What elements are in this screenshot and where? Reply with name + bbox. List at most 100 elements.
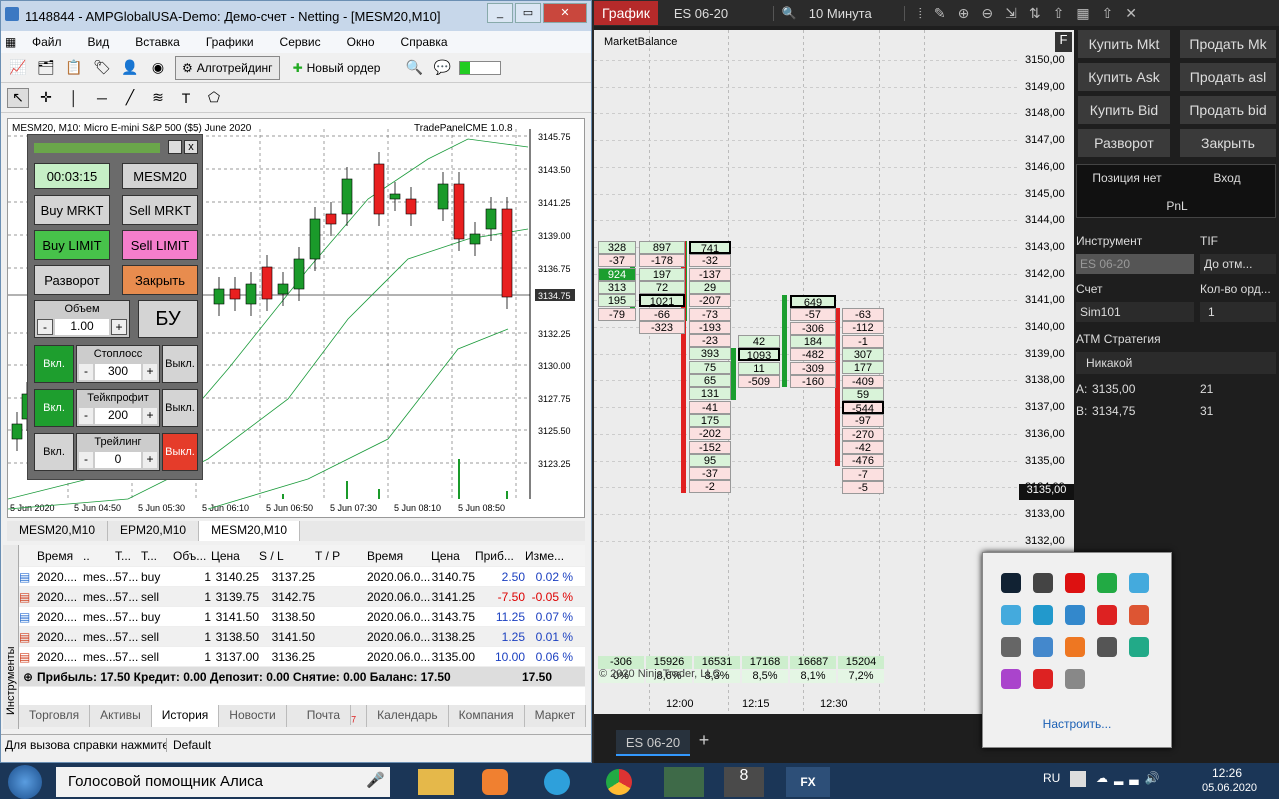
interval-select[interactable]: 10 Минута [809, 5, 905, 21]
tp-input[interactable]: 200 [95, 408, 141, 424]
menu-window[interactable]: Окно [334, 35, 388, 49]
tab-market[interactable]: Маркет [525, 705, 587, 727]
algo-trading-button[interactable]: ⚙ Алготрейдинг [175, 55, 280, 80]
tab-trade[interactable]: Торговля [19, 705, 91, 727]
reverse-button[interactable]: Разворот [1078, 129, 1170, 157]
col-header[interactable]: Т... [115, 549, 141, 563]
chat-icon[interactable]: 💬 [431, 58, 453, 78]
nt-tab-es[interactable]: ES 06-20 [616, 730, 690, 756]
col-header[interactable]: Время [37, 549, 83, 563]
shapes-icon[interactable]: ⬠ [203, 88, 225, 108]
buy-market-button[interactable]: Buy MRKT [34, 195, 110, 225]
flag-icon[interactable] [1001, 637, 1021, 657]
buy-limit-button[interactable]: Buy LIMIT [34, 230, 110, 260]
panel-minimize-button[interactable] [168, 140, 182, 154]
breakeven-button[interactable]: БУ [138, 300, 198, 338]
language-indicator[interactable]: RU [1043, 771, 1060, 785]
col-header[interactable]: T / P [315, 549, 367, 563]
sell-market-button[interactable]: Sell MRKT [122, 195, 198, 225]
chrome-icon[interactable] [606, 769, 632, 795]
buy-ask-button[interactable]: Купить Ask [1078, 63, 1170, 91]
sell-bid-button[interactable]: Продать bid [1180, 96, 1276, 124]
pen-icon[interactable] [1001, 669, 1021, 689]
usb-icon[interactable] [1129, 605, 1149, 625]
yandex-icon[interactable] [1033, 669, 1053, 689]
close-button[interactable]: ✕ [543, 3, 587, 23]
users-icon[interactable]: 👤 [119, 58, 141, 78]
new-order-button[interactable]: ✚ Новый ордер [285, 55, 388, 80]
menu-file[interactable]: Файл [19, 35, 75, 49]
col-header[interactable]: Время [367, 549, 431, 563]
ninjatrader-taskbar-icon[interactable]: 8 [724, 767, 764, 797]
market-icon[interactable]: 🏷 [91, 58, 113, 78]
f-button[interactable]: F [1055, 32, 1072, 52]
signal-icon[interactable]: ◉ [147, 58, 169, 78]
mt5-taskbar-icon[interactable] [664, 767, 704, 797]
buy-mkt-button[interactable]: Купить Mkt [1078, 30, 1170, 58]
maximize-button[interactable]: ▭ [515, 3, 541, 23]
cloud-blue-icon[interactable] [1001, 605, 1021, 625]
sync-icon[interactable] [1033, 605, 1053, 625]
shield-check-icon[interactable] [1097, 573, 1117, 593]
mt5-titlebar[interactable]: 1148844 - AMPGlobalUSA-Demo: Демо-счет -… [1, 1, 591, 31]
atm-select[interactable]: Никакой [1076, 352, 1276, 374]
sl-on-button[interactable]: Вкл. [34, 345, 74, 383]
monitor-icon[interactable] [1001, 573, 1021, 593]
volume-input[interactable]: 1.00 [55, 319, 109, 335]
reverse-button[interactable]: Разворот [34, 265, 110, 295]
close-position-button[interactable]: Закрыть [122, 265, 198, 295]
marketbalance-chart[interactable]: MarketBalance 328 -37 924 313 195 -79 897 -178 1… [594, 30, 1019, 714]
horizontal-line-icon[interactable]: ─ [91, 88, 113, 108]
new-chart-icon[interactable]: 📈 [7, 58, 29, 78]
fx-taskbar-icon[interactable]: FX [786, 767, 830, 797]
volume-plus-button[interactable]: + [111, 319, 127, 335]
sell-limit-button[interactable]: Sell LIMIT [122, 230, 198, 260]
account-select[interactable]: Sim101 [1076, 302, 1194, 322]
buy-bid-button[interactable]: Купить Bid [1078, 96, 1170, 124]
table-row[interactable]: ▤ 2020.... mes... 57... sell 1 3137.00 3136.25 2… [19, 647, 585, 667]
menu-insert[interactable]: Вставка [122, 35, 193, 49]
search-icon[interactable]: 🔍 [782, 6, 797, 20]
tab-mesm20-1[interactable]: MESM20,M10 [7, 521, 109, 541]
clock-date[interactable]: 05.06.2020 [1202, 782, 1257, 794]
tp-off-button[interactable]: Выкл. [162, 389, 198, 427]
volume-minus-button[interactable]: - [37, 319, 53, 335]
side-label[interactable]: Инструменты [5, 627, 17, 715]
panel-close-button[interactable]: x [184, 140, 198, 154]
configure-link[interactable]: Настроить... [983, 717, 1171, 731]
start-button[interactable] [8, 765, 42, 799]
table-row[interactable]: ▤ 2020.... mes... 57... sell 1 3139.75 3142.75 2… [19, 587, 585, 607]
search-icon[interactable]: 🔍 [403, 58, 425, 78]
sl-minus-button[interactable]: - [79, 364, 93, 380]
sell-ask-button[interactable]: Продать asl [1180, 63, 1276, 91]
col-header[interactable]: Цена [431, 549, 475, 563]
menu-help[interactable]: Справка [388, 35, 461, 49]
tp-plus-button[interactable]: + [143, 408, 157, 424]
display-icon[interactable] [1033, 573, 1053, 593]
tab-epm20[interactable]: EPM20,M10 [108, 521, 200, 541]
security-icon[interactable] [1129, 637, 1149, 657]
col-header[interactable]: Объ... [173, 549, 211, 563]
profiles-icon[interactable]: 🗂 [35, 58, 57, 78]
table-row[interactable]: ▤ 2020.... mes... 57... buy 1 3141.50 3138.50 20… [19, 607, 585, 627]
tray-expand-icon[interactable] [1070, 771, 1086, 787]
chart-menu-button[interactable]: График [594, 1, 658, 25]
col-header[interactable]: Изме... [525, 549, 573, 563]
wifi-lock-icon[interactable] [1097, 637, 1117, 657]
col-header[interactable]: Приб... [475, 549, 525, 563]
add-tab-button[interactable]: + [694, 730, 714, 756]
trail-minus-button[interactable]: - [79, 452, 93, 468]
sl-input[interactable]: 300 [95, 364, 141, 380]
col-header[interactable]: Т... [141, 549, 173, 563]
trail-input[interactable]: 0 [95, 452, 141, 468]
tab-company[interactable]: Компания [449, 705, 525, 727]
tp-minus-button[interactable]: - [79, 408, 93, 424]
update-icon[interactable] [1065, 637, 1085, 657]
table-row[interactable]: ▤ 2020.... mes... 57... buy 1 3140.25 3137.25 20… [19, 567, 585, 587]
telegram-icon[interactable] [544, 769, 570, 795]
trail-on-button[interactable]: Вкл. [34, 433, 74, 471]
col-header[interactable]: S / L [259, 549, 315, 563]
col-header[interactable]: Цена [211, 549, 259, 563]
text-icon[interactable]: T [175, 88, 197, 108]
trail-off-button[interactable]: Выкл. [162, 433, 198, 471]
